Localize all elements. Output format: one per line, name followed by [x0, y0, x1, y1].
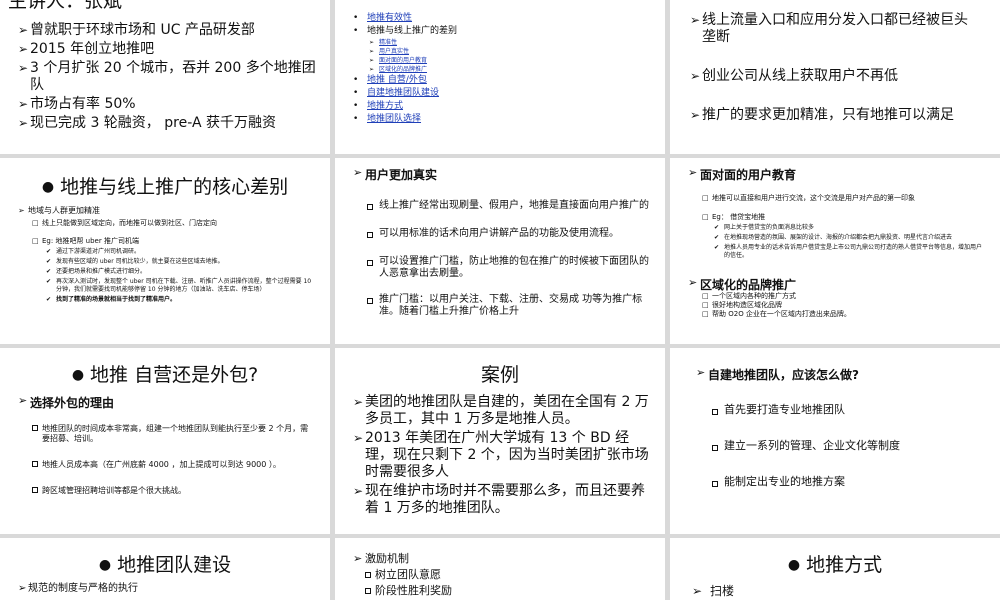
outline-sublist: ➢ 精准性 ➢ 用户真实性 ➢ 面对面的用户教育 ➢ 区域化的品牌推广: [369, 39, 428, 73]
checkbox-icon: [712, 445, 718, 451]
checkbox-icon: [367, 298, 373, 304]
check-icon: ✔: [714, 234, 720, 241]
checkbox-icon: [32, 487, 38, 493]
checkbox-icon: [712, 481, 718, 487]
slide-team-building[interactable]: ● 地推团队建设 ➢ 规范的制度与严格的执行: [0, 538, 330, 600]
slide-reasons[interactable]: ➢ 线上流量入口和应用分发入口都已经被巨头垄断 ➢ 创业公司从线上获取用户不再低 ➢…: [670, 0, 1000, 154]
arrow-icon: ➢: [688, 166, 698, 179]
arrow-icon: ➢: [369, 39, 375, 46]
arrow-icon: ➢: [18, 97, 29, 111]
checkbox-icon: [367, 204, 373, 210]
outline-link[interactable]: 地推有效性: [367, 12, 412, 25]
sub-list: ✔ 网上关于借贷宝的负面消息比较多 ✔ 在地推现场营造的氛围、展架的设计、海报的介绍…: [714, 224, 983, 259]
slide-self-build[interactable]: ➢ 自建地推团队，应该怎么做? 首先要打造专业地推团队 建立一系列的管理、企业文化…: [670, 348, 1000, 534]
arrow-icon: ➢: [688, 276, 698, 289]
check-icon: ✔: [46, 268, 52, 275]
arrow-icon: ➢: [690, 108, 701, 122]
content: 地推团队的时间成本非常高，组建一个地推团队到能执行至少要 2 个月，需要招募、培…: [32, 424, 312, 498]
check-icon: ✔: [46, 258, 52, 265]
slide-title: ● 地推团队建设: [98, 554, 232, 576]
section-heading: ➢ 面对面的用户教育: [688, 166, 797, 182]
slide-core-difference[interactable]: ● 地推与线上推广的核心差别 ➢ 地域与人群更加精准 □ 线上只能做到区域定向，而地推…: [0, 158, 330, 344]
slide-grid: 主讲人：张斌 ➢ 曾就职于环球市场和 UC 产品研发部 ➢ 2015 年创立地推吧 …: [0, 0, 1000, 600]
arrow-icon: ➢: [690, 13, 701, 27]
bullet-dot-icon: ●: [41, 179, 55, 195]
box-list: 线上推广经常出现刷量、假用户，地推是直接面向用户推广的 可以用标准的话术向用户讲…: [367, 200, 657, 332]
arrow-icon: ➢: [692, 584, 703, 598]
content: □ 一个区域内各种的推广方式 □ 很好地构造区域化品牌 □ 帮助 O2O 企业在一个区…: [702, 292, 851, 318]
slide-methods[interactable]: ● 地推方式 ➢ 扫楼: [670, 538, 1000, 600]
slide-title: ● 地推与线上推广的核心差别: [41, 176, 289, 198]
slide-case[interactable]: 案例 ➢ 美团的地推团队是自建的，美团在全国有 2 万多员工，其中 1 万多是地推…: [335, 348, 665, 534]
arrow-icon: ➢: [18, 394, 28, 407]
section-heading: ➢ 用户更加真实: [353, 166, 438, 182]
outline-list: • 地推有效性 • 地推与线上推广的差别 ➢ 精准性 ➢ 用户真实性 ➢ 面对面的用户教育…: [353, 12, 458, 124]
check-icon: ✔: [714, 224, 720, 231]
slide-title: 主讲人：张斌: [8, 0, 123, 12]
bullet-dot-icon: ●: [98, 557, 112, 573]
slide-title: 案例: [480, 364, 519, 386]
arrow-icon: ➢: [369, 57, 375, 64]
checkbox-icon: [32, 461, 38, 467]
content: ➢ 地域与人群更加精准 □ 线上只能做到区域定向，而地推可以做到社区、门店定向 □ E…: [18, 206, 318, 306]
checkbox-icon: [365, 572, 371, 578]
checkbox-icon: [367, 260, 373, 266]
arrow-icon: ➢: [18, 61, 29, 75]
slide-outsource[interactable]: ● 地推 自营还是外包? ➢ 选择外包的理由 地推团队的时间成本非常高，组建一个地推…: [0, 348, 330, 534]
slide-title: ● 地推 自营还是外包?: [71, 364, 259, 386]
arrow-icon: ➢: [353, 484, 364, 498]
bullet-list: ➢ 美团的地推团队是自建的，美团在全国有 2 万多员工，其中 1 万多是地推人员。…: [353, 394, 649, 516]
content: ➢ 规范的制度与严格的执行: [18, 583, 138, 594]
slide-title: ● 地推方式: [787, 554, 883, 576]
slide-real-users[interactable]: ➢ 用户更加真实 线上推广经常出现刷量、假用户，地推是直接面向用户推广的 可以用标…: [335, 158, 665, 344]
bullet-dot-icon: ●: [787, 557, 801, 573]
content: □ 地推可以直接和用户进行交流，这个交流是用户对产品的第一印象 □ Eg： 借贷宝地…: [702, 194, 987, 262]
checkbox-icon: [367, 232, 373, 238]
arrow-icon: ➢: [369, 66, 375, 73]
sub-list: ✔ 通过下游渠道对广州司机调研。 ✔ 发现有些区域的 uber 司机比较少，就主要在…: [46, 248, 312, 303]
arrow-icon: ➢: [18, 206, 25, 215]
section-heading: ➢ 选择外包的理由: [18, 394, 115, 410]
arrow-icon: ➢: [18, 42, 29, 56]
slide-incentive[interactable]: ➢ 激励机制 树立团队意愿 阶段性胜利奖励: [335, 538, 665, 600]
arrow-icon: ➢: [18, 583, 27, 594]
check-icon: ✔: [714, 244, 720, 251]
section-heading: ➢ 自建地推团队，应该怎么做?: [696, 366, 859, 382]
check-icon: ✔: [46, 296, 52, 303]
arrow-icon: ➢: [696, 366, 706, 379]
checkbox-icon: [712, 409, 718, 415]
arrow-icon: ➢: [369, 48, 375, 55]
arrow-icon: ➢: [18, 23, 29, 37]
checkbox-icon: [32, 425, 38, 431]
bullet-list: ➢ 曾就职于环球市场和 UC 产品研发部 ➢ 2015 年创立地推吧 ➢ 3 个月扩张…: [18, 22, 316, 131]
bullet-dot-icon: ●: [71, 367, 85, 383]
arrow-icon: ➢: [353, 166, 363, 179]
arrow-icon: ➢: [18, 116, 29, 130]
checkbox-icon: [365, 588, 371, 594]
content: ➢ 扫楼: [692, 584, 735, 598]
slide-user-education[interactable]: ➢ 面对面的用户教育 □ 地推可以直接和用户进行交流，这个交流是用户对产品的第一印象…: [670, 158, 1000, 344]
arrow-icon: ➢: [353, 395, 364, 409]
bullet-list: ➢ 线上流量入口和应用分发入口都已经被巨头垄断 ➢ 创业公司从线上获取用户不再低 ➢…: [690, 12, 968, 123]
content: ➢ 激励机制 树立团队意愿 阶段性胜利奖励: [353, 552, 452, 597]
check-icon: ✔: [46, 248, 52, 255]
box-list: 首先要打造专业地推团队 建立一系列的管理、企业文化等制度 能制定出专业的地推方案: [712, 404, 972, 504]
section-heading: ➢ 区域化的品牌推广: [688, 276, 797, 292]
slide-speaker[interactable]: 主讲人：张斌 ➢ 曾就职于环球市场和 UC 产品研发部 ➢ 2015 年创立地推吧 …: [0, 0, 330, 154]
slide-outline[interactable]: • 地推有效性 • 地推与线上推广的差别 ➢ 精准性 ➢ 用户真实性 ➢ 面对面的用户教育…: [335, 0, 665, 154]
arrow-icon: ➢: [690, 69, 701, 83]
check-icon: ✔: [46, 278, 52, 285]
arrow-icon: ➢: [353, 552, 363, 565]
arrow-icon: ➢: [353, 431, 364, 445]
